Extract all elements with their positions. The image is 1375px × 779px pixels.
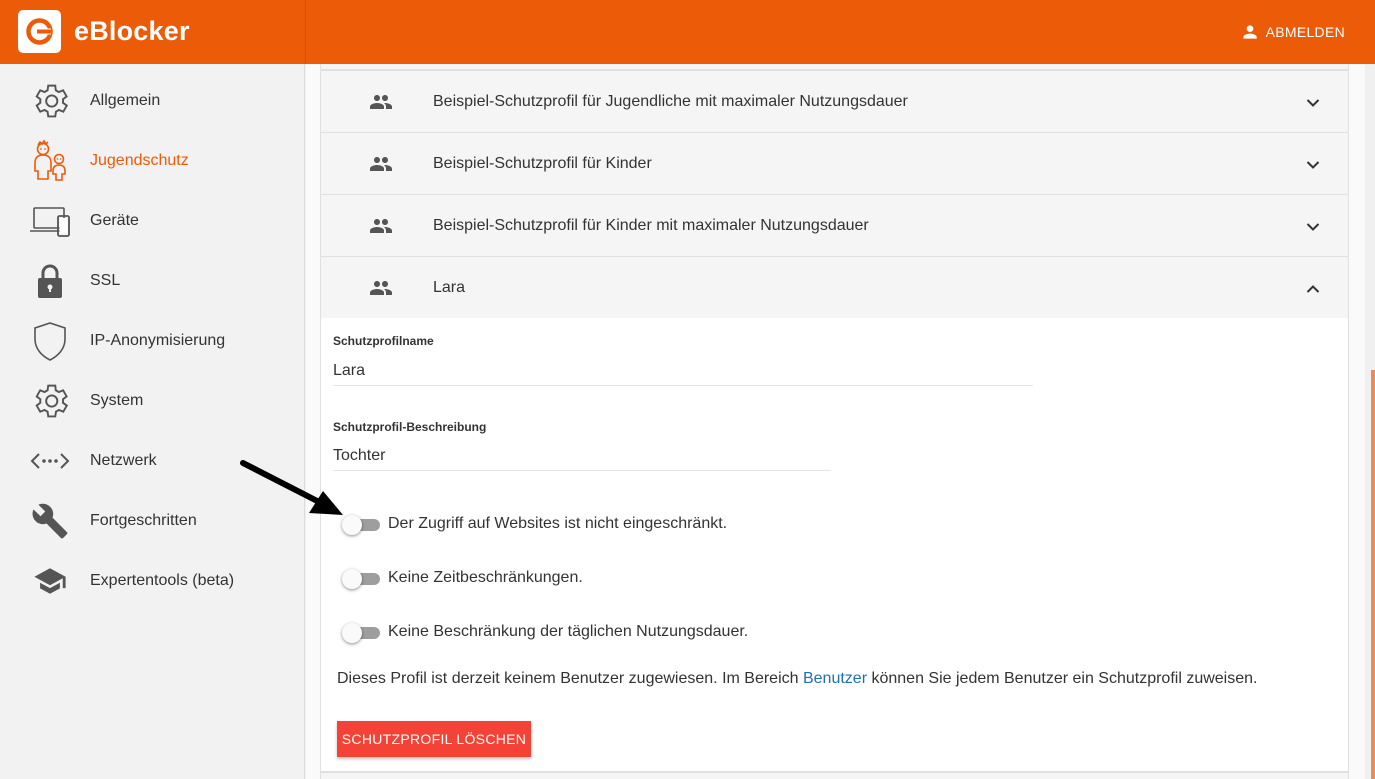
person-icon: [1242, 25, 1257, 39]
website-access-label: Der Zugriff auf Websites ist nicht einge…: [388, 515, 728, 532]
shield-icon: [28, 321, 72, 361]
wrench-icon: [28, 501, 72, 541]
time-restriction-toggle-row[interactable]: Keine Zeitbeschränkungen.: [342, 568, 583, 589]
next-profile-card-edge: [320, 772, 1349, 779]
logo-icon: [26, 18, 53, 45]
toggle-knob: [342, 569, 362, 589]
time-restriction-toggle[interactable]: [342, 568, 380, 589]
sidebar-item-geraete[interactable]: Geräte: [0, 191, 305, 251]
topbar-divider: [305, 0, 306, 64]
logout-button[interactable]: ABMELDEN: [1240, 22, 1345, 42]
profile-name-underline: [333, 385, 1033, 386]
chevron-down-icon[interactable]: [1306, 157, 1320, 175]
devices-icon: [28, 201, 72, 241]
daily-usage-label: Keine Beschränkung der täglichen Nutzung…: [388, 623, 749, 640]
sidebar-item-jugendschutz[interactable]: Jugendschutz: [0, 131, 305, 191]
sidebar-item-label: Jugendschutz: [90, 152, 189, 169]
annotation-arrow-icon: [240, 460, 343, 515]
profile-title: Beispiel-Schutzprofil für Kinder: [433, 155, 652, 172]
profile-card-header[interactable]: Beispiel-Schutzprofil für Kinder: [321, 133, 1348, 194]
chevron-down-icon[interactable]: [1306, 95, 1320, 113]
profile-name-label: Schutzprofilname: [333, 334, 434, 348]
family-icon: [28, 139, 72, 181]
profile-title: Lara: [433, 279, 466, 296]
scrollbar-thumb[interactable]: [1371, 370, 1375, 779]
chevron-down-icon[interactable]: [1306, 219, 1320, 237]
sidebar-item-label: Geräte: [90, 212, 139, 229]
group-icon: [369, 217, 393, 240]
profile-card-header[interactable]: Beispiel-Schutzprofil für Jugendliche mi…: [321, 71, 1348, 132]
graduation-cap-icon: [28, 561, 72, 601]
sidebar-item-label: Fortgeschritten: [90, 512, 197, 529]
sidebar-item-label: Expertentools (beta): [90, 572, 235, 589]
profile-card-header[interactable]: Lara: [321, 257, 1348, 318]
users-link[interactable]: Benutzer: [803, 670, 867, 687]
profile-card[interactable]: Beispiel-Schutzprofil für Jugendliche mi…: [320, 70, 1349, 133]
sidebar-item-label: Netzwerk: [90, 452, 157, 469]
sidebar-item-expertentools[interactable]: Expertentools (beta): [0, 551, 305, 611]
group-icon: [369, 93, 393, 116]
profile-card-header[interactable]: Beispiel-Schutzprofil für Kinder mit max…: [321, 195, 1348, 256]
profile-card[interactable]: Beispiel-Schutzprofil für Kinder: [320, 132, 1349, 195]
profile-description-underline: [333, 470, 831, 471]
sidebar-item-label: System: [90, 392, 144, 409]
sidebar-item-system[interactable]: System: [0, 371, 305, 431]
profile-detail-panel: [320, 318, 1349, 772]
eblocker-logo[interactable]: [18, 10, 61, 53]
profile-title: Beispiel-Schutzprofil für Jugendliche mi…: [433, 93, 908, 110]
profile-card[interactable]: Beispiel-Schutzprofil für Kinder mit max…: [320, 194, 1349, 257]
group-icon: [369, 155, 393, 178]
info-text-after: können Sie jedem Benutzer ein Schutzprof…: [867, 670, 1258, 687]
lock-icon: [28, 261, 72, 301]
sidebar-item-label: SSL: [90, 272, 121, 289]
sidebar-item-ssl[interactable]: SSL: [0, 251, 305, 311]
toggle-knob: [342, 623, 362, 643]
daily-usage-toggle[interactable]: [342, 622, 380, 643]
profile-description-label: Schutzprofil-Beschreibung: [333, 420, 487, 434]
profile-title: Beispiel-Schutzprofil für Kinder mit max…: [433, 217, 869, 234]
delete-profile-button[interactable]: SCHUTZPROFIL LÖSCHEN: [337, 721, 531, 757]
sidebar-item-label: Allgemein: [90, 92, 161, 109]
sidebar: Allgemein Jugendschutz Geräte SSL IP-Ano…: [0, 64, 305, 779]
sidebar-item-allgemein[interactable]: Allgemein: [0, 71, 305, 131]
chevron-up-icon[interactable]: [1306, 281, 1320, 299]
brand-name: eBlocker: [74, 16, 190, 46]
network-icon: [28, 441, 72, 481]
logout-label: ABMELDEN: [1265, 24, 1345, 40]
profile-assignment-info: Dieses Profil ist derzeit keinem Benutze…: [337, 670, 1257, 688]
profile-card-expanded[interactable]: Lara: [320, 256, 1349, 319]
top-app-bar: eBlocker ABMELDEN: [0, 0, 1375, 64]
sidebar-item-ip-anonymisierung[interactable]: IP-Anonymisierung: [0, 311, 305, 371]
gear-icon: [28, 81, 72, 121]
info-text-before: Dieses Profil ist derzeit keinem Benutze…: [337, 670, 803, 687]
gear-icon: [28, 381, 72, 421]
time-restriction-label: Keine Zeitbeschränkungen.: [388, 569, 583, 586]
profile-name-input[interactable]: Lara: [333, 362, 365, 380]
daily-usage-toggle-row[interactable]: Keine Beschränkung der täglichen Nutzung…: [342, 622, 748, 643]
group-icon: [369, 279, 393, 302]
sidebar-item-label: IP-Anonymisierung: [90, 332, 226, 349]
